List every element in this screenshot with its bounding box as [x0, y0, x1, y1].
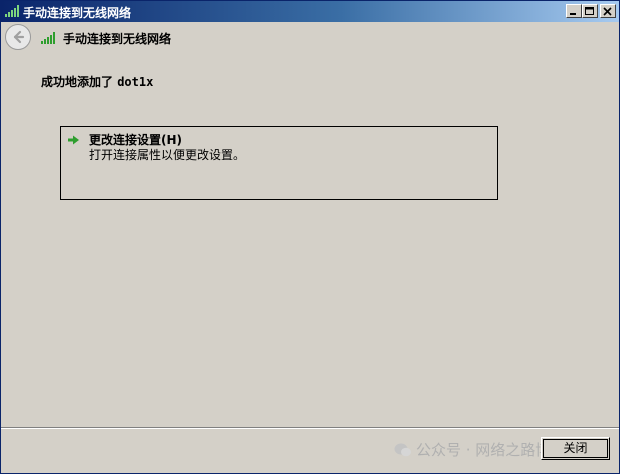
success-message-text: 成功地添加了	[41, 75, 118, 89]
wechat-icon	[394, 443, 411, 457]
page-title: 手动连接到无线网络	[63, 32, 172, 46]
change-connection-settings-option[interactable]: 更改连接设置(H) 打开连接属性以便更改设置。	[60, 126, 498, 200]
option-description: 打开连接属性以便更改设置。	[89, 148, 246, 162]
back-arrow-icon	[13, 30, 25, 44]
main-content: 成功地添加了 dot1x 更改连接设置(H) 打开连接属性以便更改设置。	[1, 56, 619, 426]
close-button[interactable]: 关闭	[541, 437, 610, 460]
footer-bar: 公众号 · 网络之路博客 关闭	[1, 429, 619, 473]
dialog-window: 手动连接到无线网络 手动连接到无线网络 成功地添加了 dot1x 更改连接设置(…	[0, 0, 620, 474]
window-title: 手动连接到无线网络	[23, 6, 132, 20]
minimize-button[interactable]	[566, 4, 582, 18]
header-bar: 手动连接到无线网络	[1, 22, 619, 56]
success-message: 成功地添加了 dot1x	[41, 73, 153, 90]
close-window-button[interactable]	[600, 4, 616, 18]
back-button[interactable]	[5, 24, 31, 50]
network-name: dot1x	[117, 75, 154, 89]
wireless-signal-icon	[41, 32, 55, 44]
minimize-icon	[570, 13, 576, 15]
maximize-button[interactable]	[582, 4, 598, 18]
watermark: 公众号 · 网络之路博客	[394, 439, 565, 460]
title-bar[interactable]: 手动连接到无线网络	[1, 1, 619, 22]
wireless-signal-icon	[5, 5, 19, 17]
close-icon	[603, 7, 612, 16]
maximize-icon	[585, 7, 594, 15]
green-arrow-icon	[68, 135, 79, 145]
